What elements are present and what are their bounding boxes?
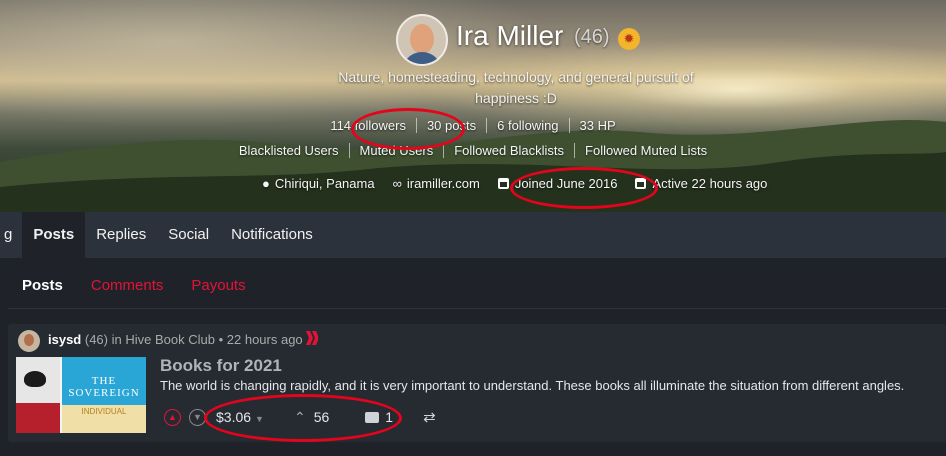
profile-reputation: (46) xyxy=(574,26,610,48)
hive-power: 33 HP xyxy=(568,118,626,133)
chicken-icon xyxy=(24,371,46,387)
author-reputation: (46) xyxy=(84,332,108,347)
posts-subtabs: Posts Comments Payouts xyxy=(8,262,946,309)
calendar-icon xyxy=(497,178,509,189)
location-pin-icon: ● xyxy=(262,176,270,191)
tab-posts[interactable]: Posts xyxy=(22,212,86,258)
post-thumbnail[interactable]: THE SOVEREIGN INDIVIDUAL xyxy=(16,357,146,433)
profile-name: Ira Miller xyxy=(456,20,564,51)
community-link[interactable]: Hive Book Club xyxy=(125,332,215,347)
following-link[interactable]: 6 following xyxy=(486,118,568,133)
website[interactable]: ∞ iramiller.com xyxy=(393,176,480,191)
profile-stats: 114 followers 30 posts 6 following 33 HP xyxy=(0,118,946,133)
tab-notifications[interactable]: Notifications xyxy=(220,212,324,258)
profile-about: Nature, homesteading, technology, and ge… xyxy=(338,69,694,106)
thumb-title: THE SOVEREIGN xyxy=(68,375,140,399)
blacklisted-users-link[interactable]: Blacklisted Users xyxy=(229,143,349,158)
post-excerpt[interactable]: The world is changing rapidly, and it is… xyxy=(160,378,904,393)
tab-social[interactable]: Social xyxy=(157,212,220,258)
badge-icon[interactable]: ✹ xyxy=(618,28,640,50)
followed-muted-lists-link[interactable]: Followed Muted Lists xyxy=(574,143,717,158)
annotation-circle-followers xyxy=(351,108,465,150)
post-card[interactable]: isysd (46) in Hive Book Club • 22 hours … xyxy=(8,324,946,442)
post-byline: isysd (46) in Hive Book Club • 22 hours … xyxy=(48,332,303,347)
post-time: • 22 hours ago xyxy=(218,332,303,347)
thumb-subtitle: INDIVIDUAL xyxy=(62,405,146,433)
tab-blog-partial[interactable]: g xyxy=(4,212,22,258)
profile-avatar[interactable] xyxy=(396,14,448,66)
active-text: Active 22 hours ago xyxy=(652,176,768,191)
location: ● Chiriqui, Panama xyxy=(262,176,375,191)
profile-lists: Blacklisted Users Muted Users Followed B… xyxy=(0,143,946,158)
location-text: Chiriqui, Panama xyxy=(274,176,375,191)
annotation-circle-joined xyxy=(510,167,658,209)
link-icon: ∞ xyxy=(392,176,402,191)
upvote-icon[interactable]: ▲ xyxy=(164,408,181,426)
subtab-comments[interactable]: Comments xyxy=(77,277,178,294)
reblog-icon[interactable]: ⇄ xyxy=(423,408,436,426)
author-name[interactable]: isysd xyxy=(48,332,81,347)
community-prefix: in xyxy=(111,332,122,347)
profile-cover: Ira Miller (46) ✹ Nature, homesteading, … xyxy=(0,0,946,212)
followed-blacklists-link[interactable]: Followed Blacklists xyxy=(443,143,574,158)
hive-icon xyxy=(306,331,318,345)
annotation-circle-payout xyxy=(204,394,402,442)
post-title[interactable]: Books for 2021 xyxy=(160,356,282,376)
tab-replies[interactable]: Replies xyxy=(85,212,157,258)
subtab-payouts[interactable]: Payouts xyxy=(177,277,259,294)
website-link[interactable]: iramiller.com xyxy=(407,176,480,191)
subtab-posts[interactable]: Posts xyxy=(8,277,77,294)
profile-tabs: g Posts Replies Social Notifications xyxy=(0,212,946,258)
author-avatar[interactable] xyxy=(18,330,40,352)
